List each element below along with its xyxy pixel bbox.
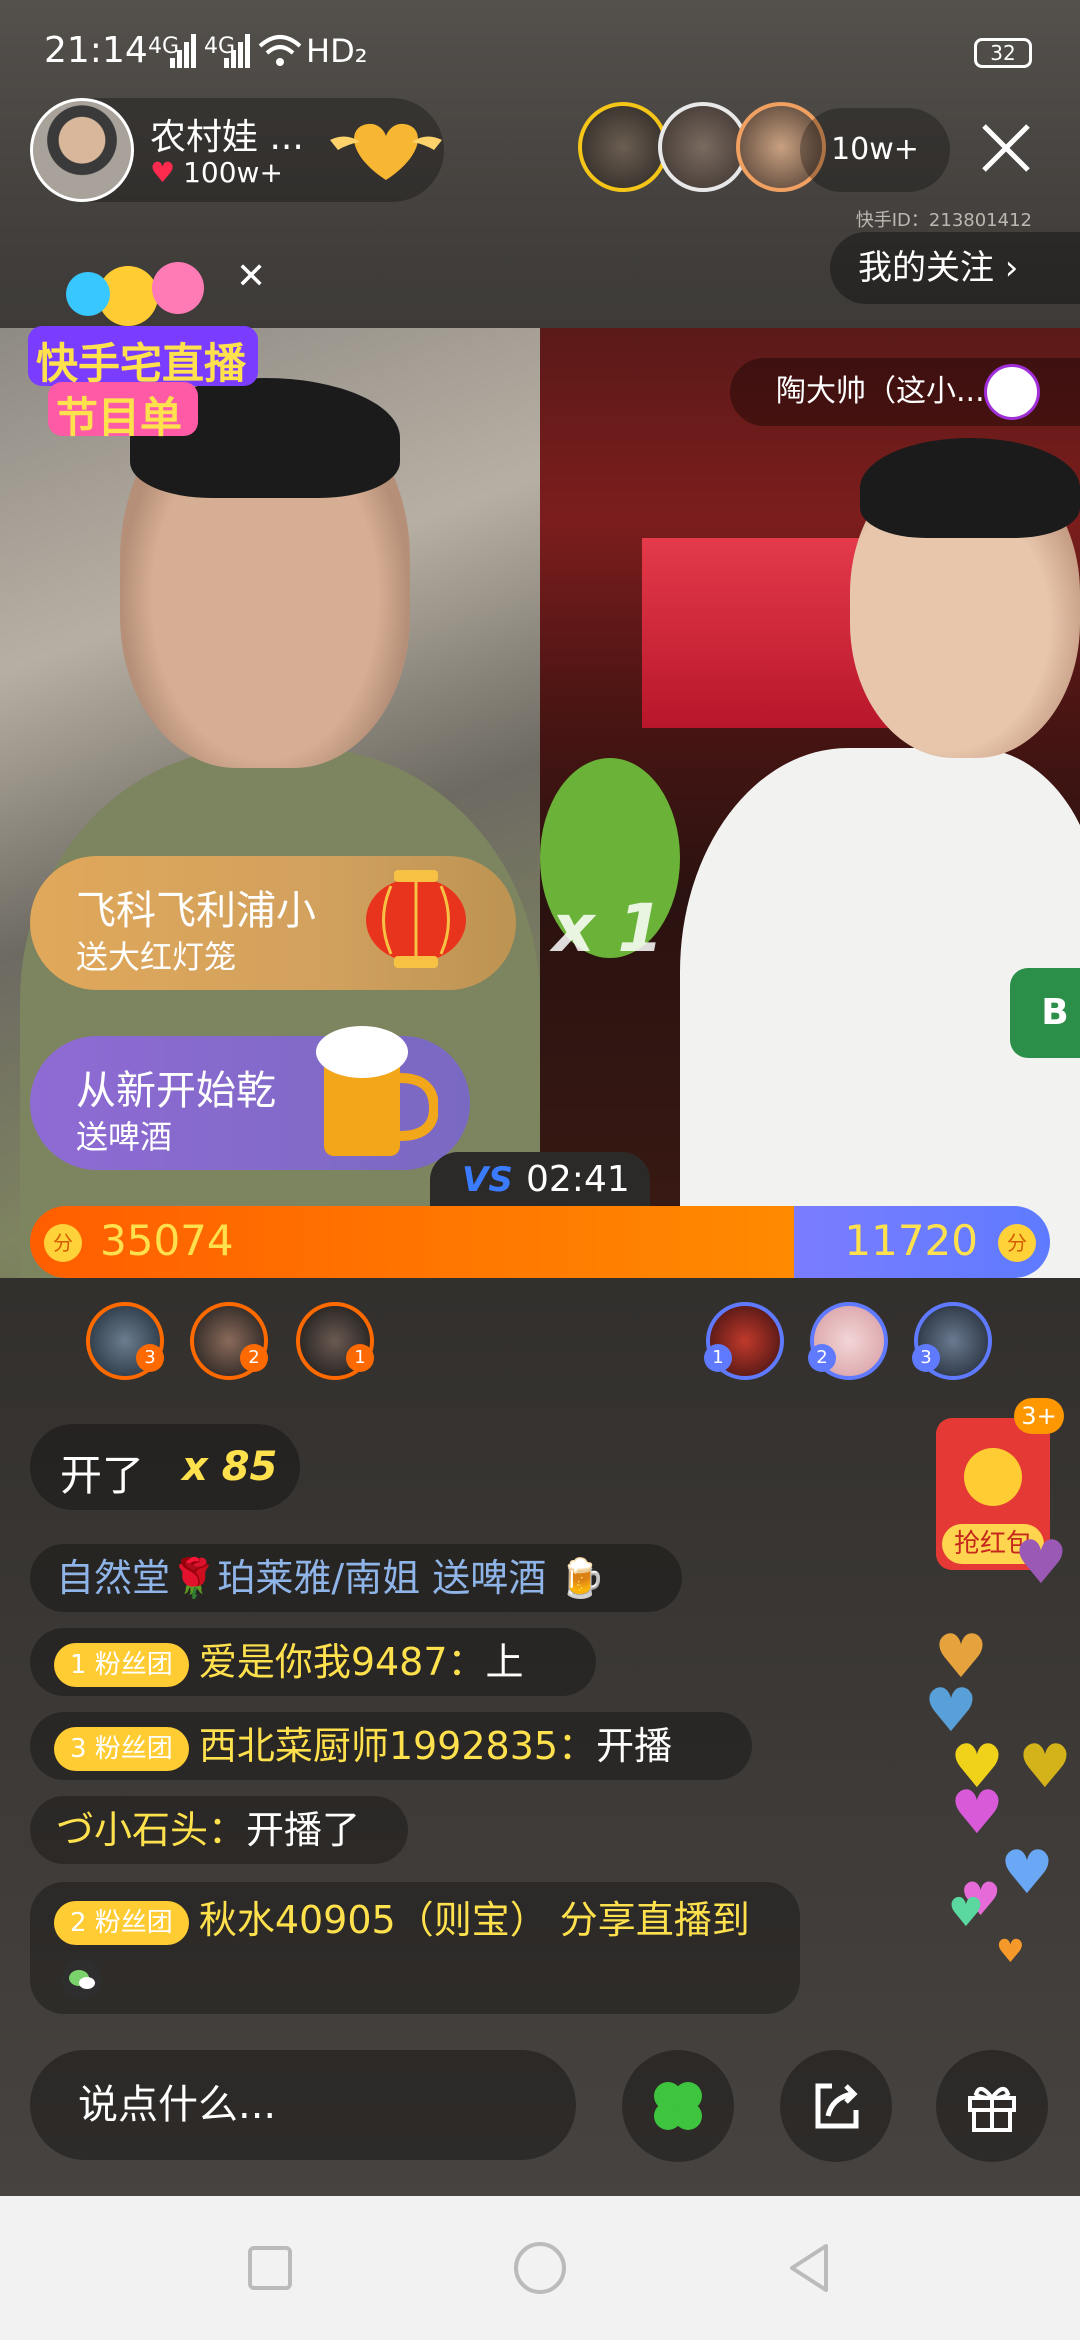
back-icon[interactable] — [782, 2240, 838, 2296]
hd-indicator: HD₂ — [306, 32, 368, 70]
chat-text: 自然堂🌹珀莱雅/南姐 送啤酒 🍺 — [56, 1556, 606, 1600]
host-likes: ♥ 100w+ — [150, 156, 283, 189]
promo-badge[interactable]: 快手宅直播 节目单 — [28, 256, 258, 442]
contributor-rank: 3 — [912, 1344, 940, 1372]
fan-club-badge: 1 粉丝团 — [54, 1642, 189, 1687]
promo-line2: 节目单 — [56, 393, 183, 442]
contributor-rank: 3 — [136, 1344, 164, 1372]
red-packet-seal-icon — [964, 1448, 1022, 1506]
recent-apps-icon[interactable] — [242, 2240, 298, 2296]
promo-close-icon[interactable]: ✕ — [236, 256, 266, 297]
chat-message[interactable]: 2 粉丝团 秋水40905（则宝） 分享直播到 — [30, 1882, 800, 2014]
share-icon — [815, 2083, 859, 2129]
host-avatar[interactable] — [30, 98, 134, 202]
pk-guest-avatar[interactable] — [984, 364, 1040, 420]
signal-bars-2-icon — [224, 34, 250, 68]
combo-message: 开了 x 85 — [30, 1424, 300, 1510]
host-info-pill[interactable]: 农村娃 ... ♥ 100w+ — [30, 98, 444, 202]
gift-button[interactable] — [936, 2050, 1048, 2162]
signal-bars-1-icon — [170, 34, 196, 68]
close-icon[interactable] — [976, 118, 1036, 178]
red-packet-count: 3+ — [1014, 1398, 1064, 1434]
fan-club-badge: 3 粉丝团 — [54, 1726, 189, 1771]
floating-heart-icon: ♥ — [948, 1890, 984, 1936]
floating-heart-icon: ♥ — [1018, 1732, 1072, 1802]
chat-nick: 西北菜厨师1992835： — [198, 1724, 597, 1768]
floating-heart-icon: ♥ — [1014, 1528, 1068, 1598]
chat-nick: づ小石头： — [56, 1808, 247, 1852]
kuaishou-id: 快手ID：213801412 — [855, 210, 1032, 231]
fan-club-badge: 2 粉丝团 — [54, 1900, 189, 1945]
contributor-rank: 2 — [240, 1344, 268, 1372]
pk-left-score: 35074 — [100, 1216, 234, 1265]
pk-score-bar: 分 35074 11720 分 — [30, 1206, 1050, 1278]
floating-heart-icon: ♥ — [996, 1932, 1025, 1970]
status-bar: 21:14 4G 4G HD₂ 32 — [0, 0, 1080, 100]
contributor-rank: 1 — [704, 1344, 732, 1372]
vs-icon: VS — [462, 1160, 513, 1200]
combo-count: x 85 — [182, 1444, 278, 1490]
chat-msg: 开播 — [596, 1724, 673, 1768]
chat-msg: 开播了 — [246, 1808, 361, 1852]
viewer-avatar-2[interactable] — [658, 102, 748, 192]
shirt-logo: B — [1010, 968, 1080, 1058]
gift-box-icon — [968, 2086, 1016, 2132]
floating-heart-icon: ♥ — [1000, 1838, 1054, 1908]
share-button[interactable] — [780, 2050, 892, 2162]
chat-message[interactable]: 自然堂🌹珀莱雅/南姐 送啤酒 🍺 — [30, 1544, 682, 1612]
wechat-icon — [62, 1958, 102, 1999]
contributor-rank: 2 — [808, 1344, 836, 1372]
chat-message[interactable]: 3 粉丝团 西北菜厨师1992835：开播 — [30, 1712, 752, 1780]
chat-nick: 秋水40905（则宝） 分享直播到 — [198, 1898, 750, 1942]
combo-text: 开了 — [60, 1451, 145, 1500]
my-follow-button[interactable]: 我的关注 › — [830, 232, 1080, 304]
battery-level: 32 — [990, 41, 1016, 65]
host-name: 农村娃 ... — [150, 117, 304, 158]
pk-timer-value: 02:41 — [526, 1159, 630, 1200]
red-lantern-icon — [366, 870, 466, 968]
lucky-clover-button[interactable] — [622, 2050, 734, 2162]
follow-heart-icon[interactable] — [326, 114, 446, 186]
coin-icon: 分 — [998, 1224, 1036, 1262]
guest-video[interactable]: B — [540, 328, 1080, 1278]
battery-icon: 32 — [974, 38, 1032, 68]
wifi-icon — [258, 35, 302, 66]
viewer-avatar-1[interactable] — [578, 102, 668, 192]
viewer-count[interactable]: 10w+ — [800, 108, 950, 192]
gift-sender: 飞科飞利浦小 — [76, 888, 316, 934]
promo-line1: 快手宅直播 — [36, 339, 247, 388]
chat-message[interactable]: 1 粉丝团 爱是你我9487：上 — [30, 1628, 596, 1696]
pk-right-score: 11720 — [844, 1216, 978, 1265]
gift-name: 送啤酒 — [76, 1118, 173, 1156]
beer-mug-icon — [316, 1026, 438, 1156]
chat-nick: 爱是你我9487： — [198, 1640, 486, 1684]
guest-person-hair — [860, 438, 1080, 538]
pk-multiplier: x 1 — [552, 890, 664, 967]
heart-icon: ♥ — [150, 156, 176, 189]
chat-msg: 上 — [485, 1640, 524, 1684]
home-icon[interactable] — [512, 2240, 568, 2296]
comment-input[interactable]: 说点什么... — [30, 2050, 576, 2160]
live-stream-screen: 21:14 4G 4G HD₂ 32 B 农村娃 ... ♥ 100w+ 10w… — [0, 0, 1080, 2340]
contributor-rank: 1 — [346, 1344, 374, 1372]
coin-icon: 分 — [44, 1224, 82, 1262]
host-likes-count: 100w+ — [183, 156, 283, 189]
clover-icon — [654, 2082, 702, 2130]
gift-sender: 从新开始乾 — [76, 1068, 276, 1114]
system-nav-bar — [0, 2196, 1080, 2340]
status-time: 21:14 — [44, 30, 148, 71]
gift-name: 送大红灯笼 — [76, 938, 237, 976]
chat-message[interactable]: づ小石头：开播了 — [30, 1796, 408, 1864]
floating-heart-icon: ♥ — [950, 1778, 1004, 1848]
